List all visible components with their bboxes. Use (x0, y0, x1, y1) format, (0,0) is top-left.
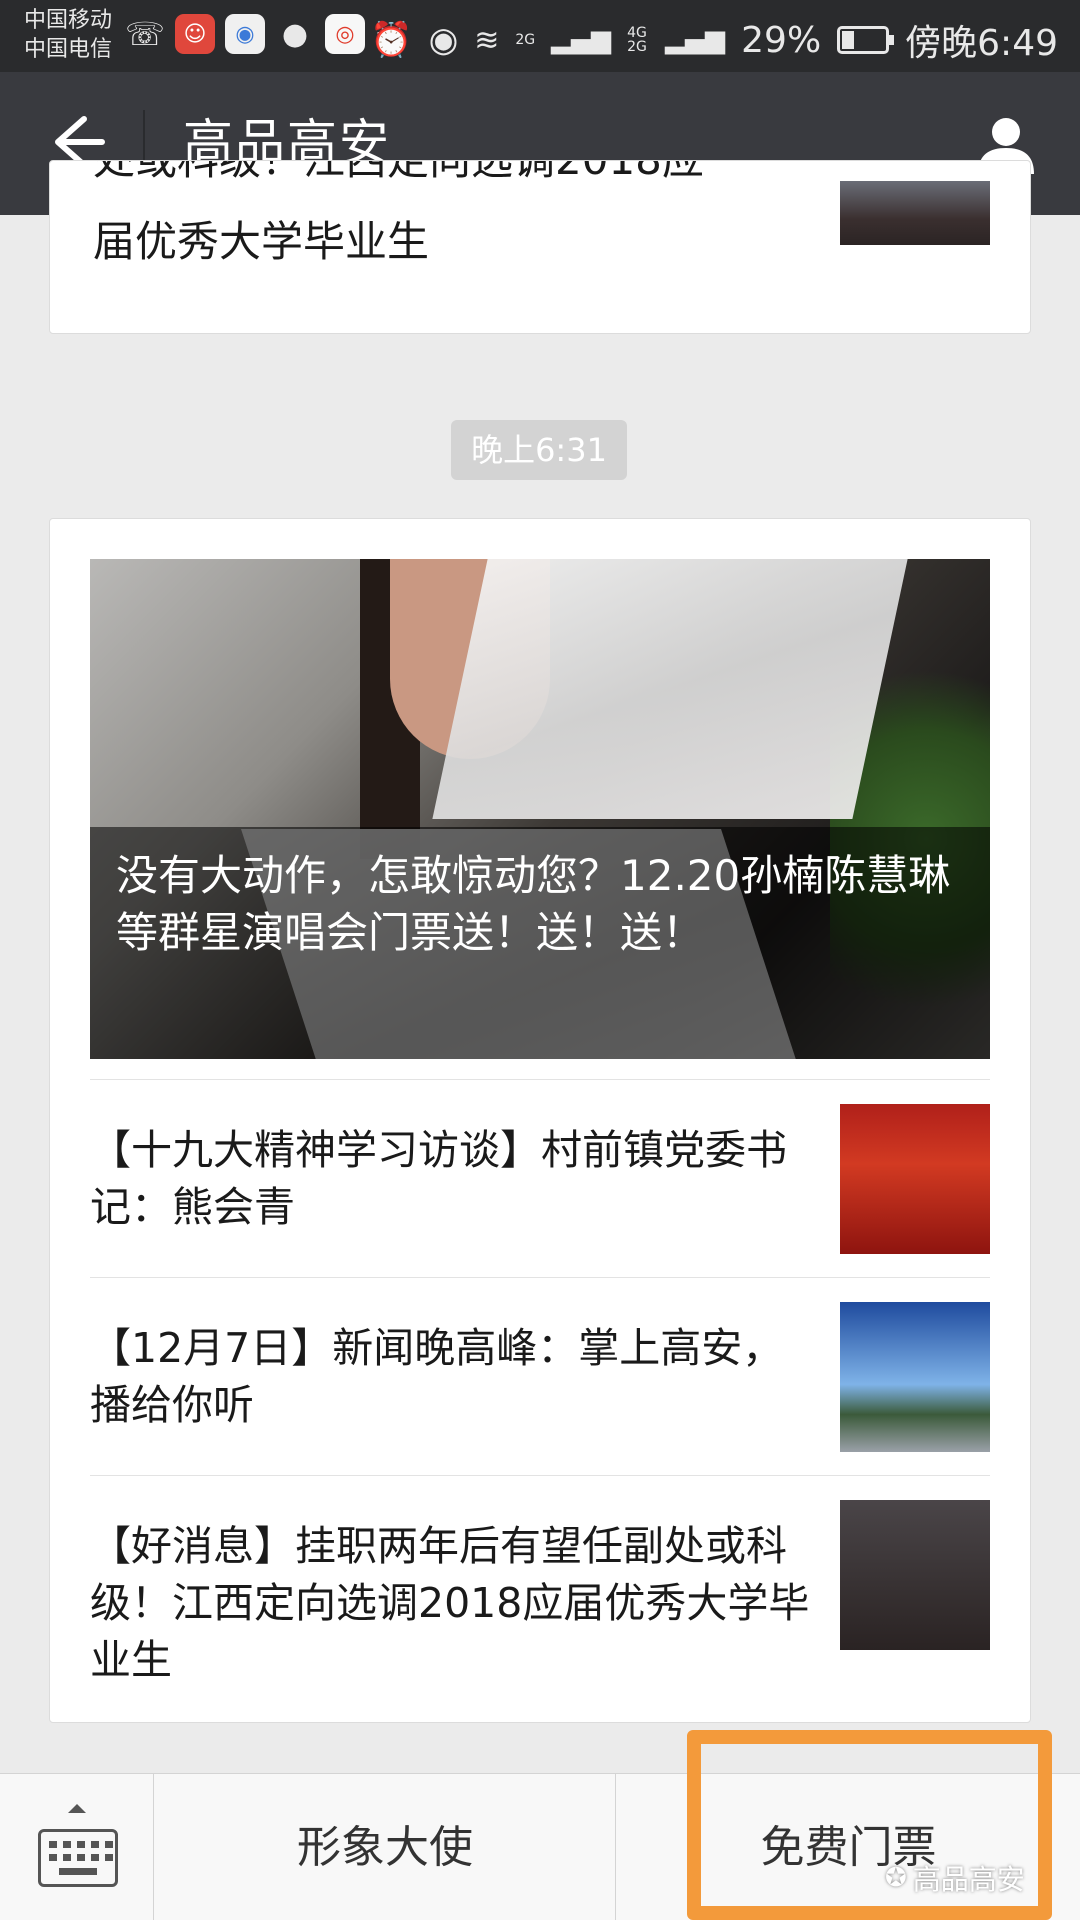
signal-1-icon: ▂▄▆ (551, 25, 612, 55)
app-weibo-icon: ◎ (325, 14, 366, 54)
keyboard-toggle-button[interactable] (0, 1774, 154, 1920)
menu-item-ambassador[interactable]: 形象大使 (155, 1774, 616, 1920)
carrier-1: 中国移动 (24, 8, 113, 33)
watermark-text: 高品高安 (912, 1863, 1025, 1896)
article-title: 【十九大精神学习访谈】村前镇党委书记：熊会青 (90, 1126, 787, 1231)
previous-article-title: 届优秀大学毕业生 (93, 217, 430, 266)
wechat-icon: ✪ (885, 1863, 907, 1893)
article-title: 【12月7日】新闻晚高峰：掌上高安，播给你听 (90, 1324, 784, 1429)
article-thumbnail (840, 1104, 990, 1254)
app-chrome-icon: ◉ (225, 14, 266, 54)
hero-image-tickets (432, 559, 908, 819)
previous-article-card[interactable]: 处或科级！江西定向选调2018应 届优秀大学毕业生 (49, 160, 1031, 334)
wifi-icon: ≋ (474, 22, 500, 58)
article-card: 没有大动作，怎敢惊动您？12.20孙楠陈慧琳等群星演唱会门票送！送！送！ 【十九… (49, 518, 1031, 1723)
clock: 傍晚6:49 (905, 23, 1058, 64)
article-list-item[interactable]: 【好消息】挂职两年后有望任副处或科级！江西定向选调2018应届优秀大学毕业生 (90, 1475, 990, 1705)
hero-article[interactable]: 没有大动作，怎敢惊动您？12.20孙楠陈慧琳等群星演唱会门票送！送！送！ (90, 559, 990, 1059)
eye-icon: ◉ (428, 20, 459, 60)
article-list-item[interactable]: 【十九大精神学习访谈】村前镇党委书记：熊会青 (90, 1079, 990, 1277)
notification-icons: ☏ ☺ ◉ ● ◎ ··· (125, 14, 398, 54)
battery-percent: 29% (741, 19, 822, 61)
network-1-label: 2G (515, 32, 536, 48)
article-title: 【好消息】挂职两年后有望任副处或科级！江西定向选调2018应届优秀大学毕业生 (90, 1522, 810, 1684)
alarm-icon: ⏰ (370, 20, 413, 60)
previous-article-thumbnail (840, 181, 990, 245)
app-monkey-icon: ☺ (175, 14, 216, 54)
message-bubble-icon: ● (281, 16, 309, 52)
message-timestamp: 晚上6:31 (451, 420, 627, 480)
article-thumbnail (840, 1302, 990, 1452)
battery-icon (837, 26, 895, 54)
up-arrow-icon (68, 1804, 86, 1813)
signal-2-icon: ▂▄▆ (665, 25, 726, 55)
carrier-2: 中国电信 (24, 37, 113, 62)
hero-article-title: 没有大动作，怎敢惊动您？12.20孙楠陈慧琳等群星演唱会门票送！送！送！ (116, 851, 951, 957)
keyboard-icon (38, 1829, 118, 1887)
article-thumbnail (840, 1500, 990, 1650)
article-list-item[interactable]: 【12月7日】新闻晚高峰：掌上高安，播给你听 (90, 1277, 990, 1475)
network-2-label: 4G 2G (627, 25, 647, 55)
watermark: ✪ 高品高安 (885, 1858, 1025, 1898)
status-bar: 中国移动 中国电信 ☏ ☺ ◉ ● ◎ ··· ⏰ ◉ ≋ 2G ▂▄▆ 4G … (0, 0, 1080, 72)
battery-fill (842, 31, 855, 49)
previous-article-title-cut: 处或科级！江西定向选调2018应 (93, 161, 793, 189)
system-indicators: ⏰ ◉ ≋ 2G ▂▄▆ 4G 2G ▂▄▆ 29% 傍晚6:49 (370, 14, 1058, 66)
carrier-labels: 中国移动 中国电信 (24, 6, 112, 64)
missed-call-icon: ☏ (125, 15, 166, 53)
